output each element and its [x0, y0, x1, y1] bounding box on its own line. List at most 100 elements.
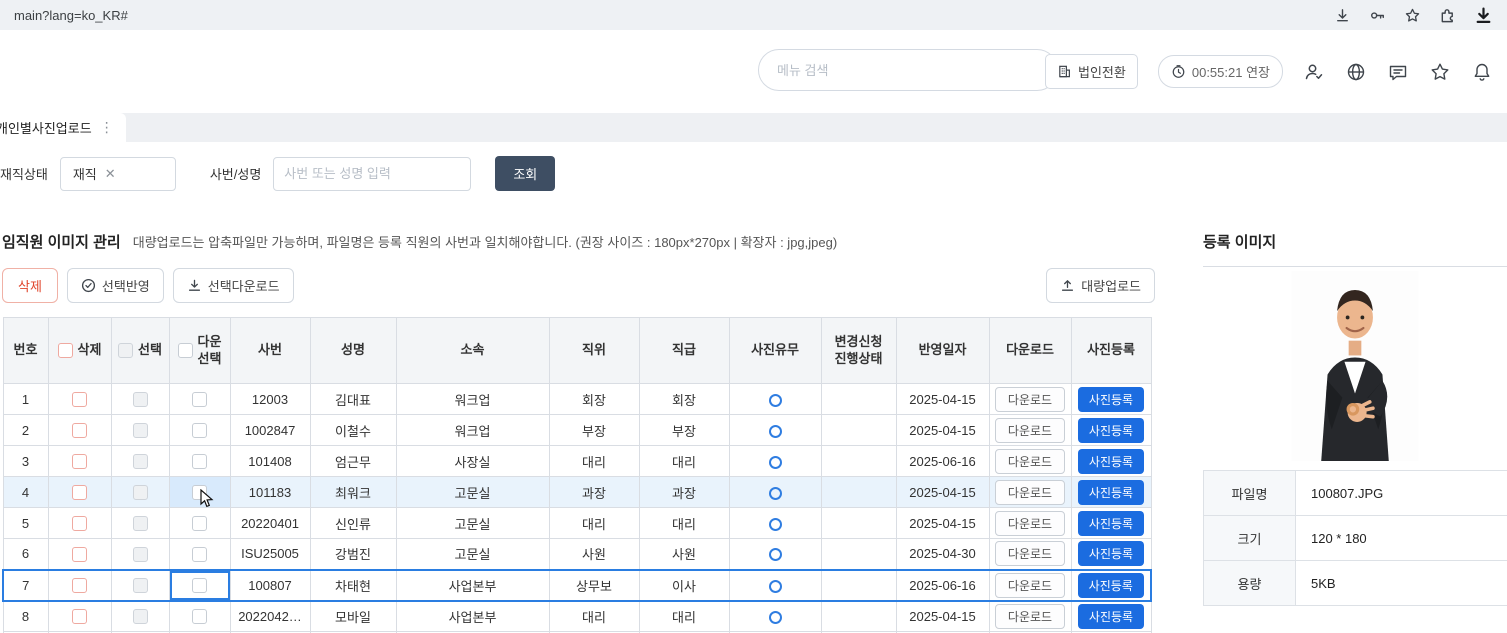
corporate-switch-button[interactable]: 법인전환	[1045, 54, 1138, 89]
change-request-status	[820, 476, 897, 508]
row-photo-register-button[interactable]: 사진등록	[1077, 510, 1145, 536]
password-key-icon[interactable]	[1369, 7, 1386, 24]
screen: main?lang=ko_KR# 메뉴 검색 법인전환 00:55:21 연장 …	[0, 0, 1507, 633]
row-download-button[interactable]: 다운로드	[994, 386, 1066, 412]
employee-id: 1002847	[229, 414, 311, 446]
chat-icon[interactable]	[1387, 61, 1409, 83]
delete-checkbox[interactable]	[72, 516, 87, 532]
row-photo-register-button[interactable]: 사진등록	[1077, 541, 1145, 567]
downloads-icon[interactable]	[1334, 7, 1351, 24]
row-download-button[interactable]: 다운로드	[994, 603, 1066, 629]
row-photo-register-button[interactable]: 사진등록	[1077, 479, 1145, 505]
search-button[interactable]: 조회	[495, 156, 556, 191]
registered-image	[1203, 266, 1507, 464]
delete-checkbox[interactable]	[72, 609, 87, 625]
select-checkbox[interactable]	[132, 392, 148, 408]
delete-checkbox[interactable]	[72, 454, 87, 470]
empno-name-input[interactable]	[273, 156, 472, 191]
download-select-checkbox[interactable]	[192, 392, 207, 408]
photo-exists-icon	[768, 548, 782, 562]
delete-checkbox[interactable]	[72, 485, 87, 501]
content: 임직원 이미지 관리 대량업로드는 압축파일만 가능하며, 파일명은 등록 직원…	[0, 205, 1507, 633]
tab-strip: 개인별사진업로드 ⋮	[0, 113, 1507, 142]
change-request-status	[820, 383, 897, 415]
check-circle-icon	[81, 278, 96, 293]
row-photo-register-button[interactable]: 사진등록	[1077, 417, 1145, 443]
download-select-all-checkbox[interactable]	[177, 343, 193, 358]
download-select-checkbox[interactable]	[192, 578, 207, 594]
favorites-star-icon[interactable]	[1429, 61, 1451, 83]
employment-status-label: 재직상태	[0, 167, 48, 182]
row-photo-register-button[interactable]: 사진등록	[1077, 386, 1145, 412]
download-select-checkbox[interactable]	[192, 485, 207, 501]
row-photo-register-button[interactable]: 사진등록	[1077, 603, 1145, 629]
tab-menu-kebab-icon[interactable]: ⋮	[100, 119, 114, 136]
employee-name: 최워크	[309, 476, 397, 508]
employee-name: 강범진	[309, 538, 397, 570]
section-description: 대량업로드는 압축파일만 가능하며, 파일명은 등록 직원의 사번과 일치해야합…	[132, 235, 838, 250]
row-number: 8	[2, 600, 49, 632]
applied-date: 2025-04-15	[895, 600, 990, 632]
employee-name: 모바일	[309, 600, 397, 632]
address-bar[interactable]: main?lang=ko_KR#	[14, 8, 128, 23]
select-checkbox[interactable]	[132, 485, 148, 501]
apply-selected-label: 선택반영	[101, 279, 150, 294]
position: 대리	[548, 507, 640, 539]
session-timer[interactable]: 00:55:21 연장	[1157, 55, 1283, 88]
globe-icon[interactable]	[1345, 61, 1367, 83]
row-download-button[interactable]: 다운로드	[994, 572, 1066, 598]
active-download-icon[interactable]	[1474, 6, 1493, 25]
extensions-icon[interactable]	[1439, 7, 1456, 24]
row-photo-register-button[interactable]: 사진등록	[1077, 448, 1145, 474]
select-checkbox[interactable]	[132, 516, 148, 532]
info-value: 120 * 180	[1295, 515, 1507, 561]
tab-photo-upload[interactable]: 개인별사진업로드 ⋮	[0, 113, 126, 142]
user-icon[interactable]	[1303, 61, 1325, 83]
download-select-checkbox[interactable]	[192, 516, 207, 532]
select-checkbox[interactable]	[132, 546, 148, 562]
delete-checkbox[interactable]	[72, 578, 87, 594]
select-checkbox[interactable]	[132, 578, 148, 594]
row-download-button[interactable]: 다운로드	[994, 417, 1066, 443]
header-photo: 사진유무	[728, 317, 822, 384]
rank: 대리	[638, 600, 730, 632]
chip-remove-icon[interactable]: ✕	[105, 166, 116, 182]
select-checkbox[interactable]	[132, 609, 148, 625]
delete-checkbox[interactable]	[72, 423, 87, 439]
select-checkbox[interactable]	[132, 454, 148, 470]
download-select-checkbox[interactable]	[192, 423, 207, 439]
position: 사원	[548, 538, 640, 570]
row-download-button[interactable]: 다운로드	[994, 448, 1066, 474]
employment-status-select[interactable]: 재직 ✕	[59, 156, 176, 191]
position: 대리	[548, 445, 640, 477]
change-request-status	[820, 507, 897, 539]
rank: 사원	[638, 538, 730, 570]
download-selected-button[interactable]: 선택다운로드	[172, 268, 294, 303]
download-select-checkbox[interactable]	[192, 546, 207, 562]
download-select-checkbox[interactable]	[192, 609, 207, 625]
delete-all-checkbox[interactable]	[57, 343, 73, 358]
download-select-checkbox[interactable]	[192, 454, 207, 470]
row-download-button[interactable]: 다운로드	[994, 541, 1066, 567]
row-photo-register-button[interactable]: 사진등록	[1077, 572, 1144, 598]
browser-icons	[1334, 6, 1493, 25]
row-download-button[interactable]: 다운로드	[994, 510, 1066, 536]
delete-checkbox[interactable]	[72, 392, 87, 408]
row-download-button[interactable]: 다운로드	[994, 479, 1066, 505]
delete-checkbox[interactable]	[72, 546, 87, 562]
department: 워크업	[395, 383, 550, 415]
select-checkbox[interactable]	[132, 423, 148, 439]
app-header: 법인전환 00:55:21 연장	[0, 30, 1507, 113]
delete-button[interactable]: 삭제	[2, 268, 58, 303]
info-row: 크기 120 * 180	[1203, 515, 1507, 561]
notification-bell-icon[interactable]	[1471, 61, 1493, 83]
photo-exists-icon	[768, 579, 782, 593]
bookmark-star-icon[interactable]	[1404, 7, 1421, 24]
upload-icon	[1060, 278, 1075, 293]
apply-selected-button[interactable]: 선택반영	[66, 268, 164, 303]
select-all-checkbox[interactable]	[118, 343, 134, 358]
table-row: 7 100807 차태현 사업본부 상무보 이사 2025-06-16 다운로드 사진등록	[2, 568, 1152, 602]
menu-search-input[interactable]	[777, 62, 1039, 78]
menu-search-box[interactable]	[758, 49, 1058, 91]
bulk-upload-button[interactable]: 대량업로드	[1046, 268, 1155, 303]
